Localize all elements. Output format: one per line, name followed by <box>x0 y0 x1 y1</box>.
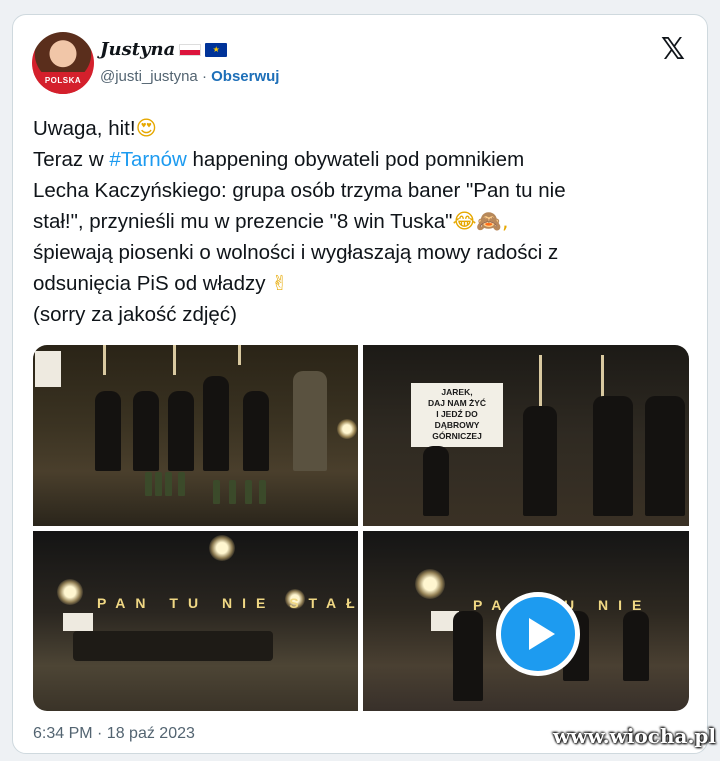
stick-graphic <box>173 345 176 375</box>
crowd-silhouette <box>73 631 273 661</box>
protest-banner: JAREK, DAJ NAM ŻYĆ I JEDŹ DO DĄBROWY GÓR… <box>411 383 503 447</box>
tweet-line-4: stał!", przynieśli mu w prezencie "8 win… <box>33 206 693 237</box>
tweet-line-5: śpiewają piosenki o wolności i wygłaszaj… <box>33 241 559 264</box>
banner-line: JAREK, <box>441 387 473 397</box>
bottle-graphic <box>213 480 220 504</box>
bottle-graphic <box>178 472 185 496</box>
bottle-graphic <box>155 472 162 496</box>
tweet-text-segment: happening obywateli pod pomnikiem <box>186 148 525 171</box>
person-silhouette <box>168 391 194 471</box>
stick-graphic <box>103 345 106 375</box>
laughing-monkey-emoji-icon: 😂🙈, <box>452 209 509 233</box>
banner-line: DĄBROWY <box>434 420 480 430</box>
author-handle-row: @justi_justyna · Obserwuj <box>100 68 279 85</box>
site-watermark: www.wiocha.pl <box>553 724 716 748</box>
tweet-timestamp[interactable]: 6:34 PM · 18 paź 2023 <box>33 725 195 743</box>
media-grid: JAREK, DAJ NAM ŻYĆ I JEDŹ DO DĄBROWY GÓR… <box>33 345 689 711</box>
tweet-line-7: (sorry za jakość zdjęć) <box>33 303 237 326</box>
avatar-shirt-text: POLSKA <box>32 72 94 94</box>
person-silhouette <box>95 391 121 471</box>
bottle-graphic <box>229 480 236 504</box>
tweet-text-segment: Teraz w <box>33 148 110 171</box>
banner-line: DAJ NAM ŻYĆ <box>427 398 487 408</box>
person-silhouette <box>523 406 557 516</box>
person-silhouette <box>645 396 685 516</box>
street-light <box>57 579 83 605</box>
person-silhouette <box>243 391 269 471</box>
play-video-button[interactable] <box>496 592 580 676</box>
candle-light <box>337 419 357 439</box>
stick-graphic <box>238 345 241 365</box>
hashtag-link[interactable]: #Tarnów <box>109 148 187 171</box>
bottle-graphic <box>165 472 172 496</box>
banner-line: GÓRNICZEJ <box>432 431 482 441</box>
person-silhouette <box>623 611 649 681</box>
victory-hand-emoji-icon: ✌ <box>271 271 289 295</box>
person-silhouette <box>453 611 483 701</box>
follow-button[interactable]: Obserwuj <box>211 68 279 85</box>
separator-dot: · <box>201 68 207 85</box>
tweet-text-segment: stał!", przynieśli mu w prezencie "8 win… <box>33 210 453 233</box>
heart-eyes-emoji-icon: 😍 <box>135 116 157 140</box>
photo-letters[interactable]: PAN TU NIE STAŁ <box>33 531 358 711</box>
sign-graphic <box>63 613 93 631</box>
tweet-text-segment: Uwaga, hit! <box>33 117 136 140</box>
letter-signs: PAN TU NIE STAŁ <box>97 595 358 611</box>
tweet-line-2: Teraz w #Tarnów happening obywateli pod … <box>33 144 693 175</box>
banner-line: I JEDŹ DO <box>436 409 478 419</box>
author-display-name[interactable]: Justyna <box>100 39 175 60</box>
person-silhouette <box>423 446 449 516</box>
photo-banner[interactable]: JAREK, DAJ NAM ŻYĆ I JEDŹ DO DĄBROWY GÓR… <box>363 345 689 526</box>
street-light <box>415 569 445 599</box>
x-logo-icon[interactable]: 𝕏 <box>661 35 685 65</box>
author-name-row: Justyna ★ <box>100 39 228 60</box>
person-silhouette <box>133 391 159 471</box>
eu-flag-icon: ★ <box>205 42 228 57</box>
tweet-line-3: Lecha Kaczyńskiego: grupa osób trzyma ba… <box>33 179 566 202</box>
person-silhouette <box>203 376 229 471</box>
person-silhouette <box>293 371 327 471</box>
tweet-line-1: Uwaga, hit!😍 <box>33 113 693 144</box>
tweet-text-segment: odsunięcia PiS od władzy <box>33 272 266 295</box>
bottle-graphic <box>259 480 266 504</box>
person-silhouette <box>593 396 633 516</box>
tweet-line-6: odsunięcia PiS od władzy ✌ <box>33 268 693 299</box>
tweet-card: POLSKA Justyna ★ @justi_justyna · Obserw… <box>12 14 708 754</box>
sign-graphic <box>35 351 61 387</box>
street-light <box>209 535 235 561</box>
tweet-text: Uwaga, hit!😍 Teraz w #Tarnów happening o… <box>33 113 693 330</box>
bottle-graphic <box>145 472 152 496</box>
bottle-graphic <box>245 480 252 504</box>
photo-bottles[interactable] <box>33 345 358 526</box>
play-icon <box>528 618 555 650</box>
avatar[interactable]: POLSKA <box>32 32 94 94</box>
poland-flag-icon <box>179 43 202 56</box>
author-handle[interactable]: @justi_justyna <box>100 68 198 85</box>
